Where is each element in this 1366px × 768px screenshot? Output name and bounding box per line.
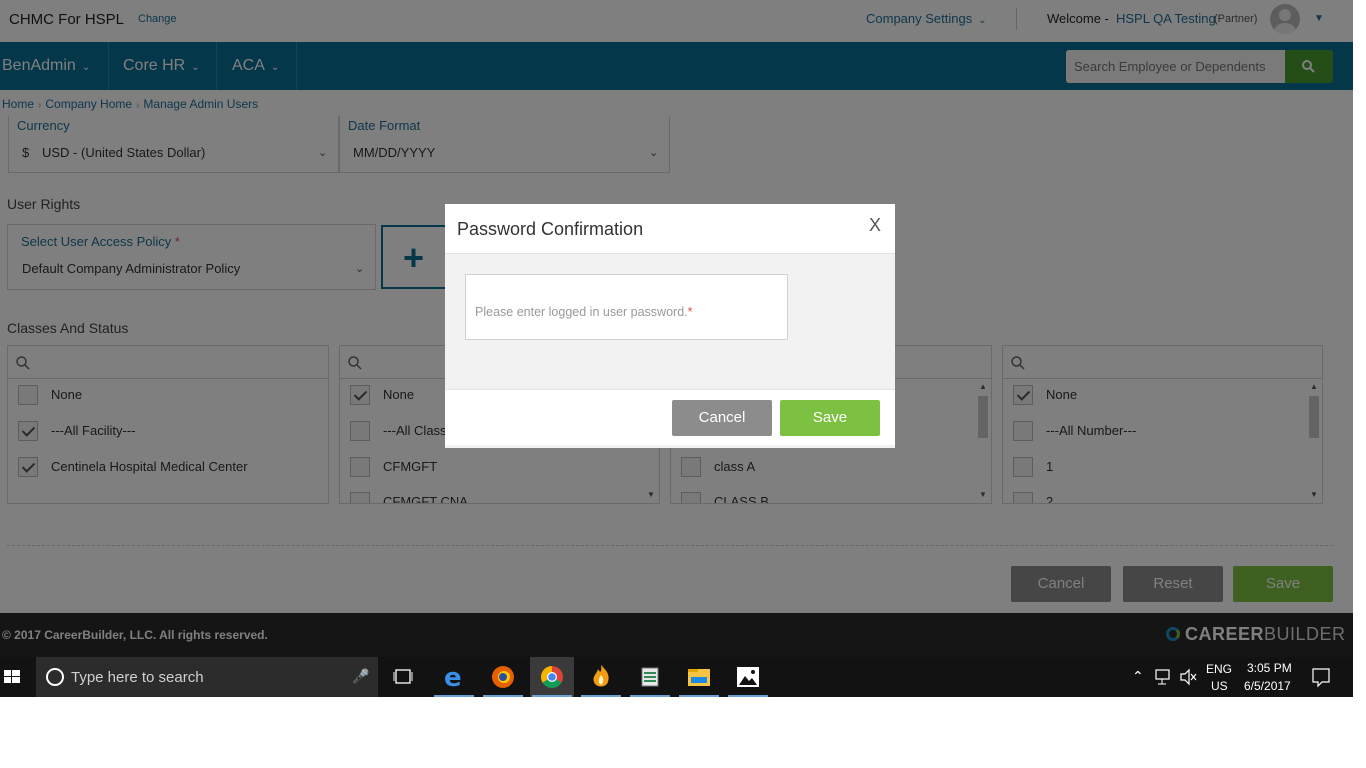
- flame-app-icon[interactable]: [579, 657, 623, 697]
- running-indicator: [581, 695, 621, 697]
- clock-date[interactable]: 6/5/2017: [1244, 679, 1291, 697]
- taskbar-search-text: Type here to search: [71, 669, 204, 686]
- cortana-icon: [46, 668, 64, 686]
- close-icon[interactable]: X: [869, 215, 881, 236]
- volume-muted-icon[interactable]: [1179, 657, 1199, 697]
- dialog-save-button[interactable]: Save: [780, 400, 880, 436]
- running-indicator: [483, 695, 523, 697]
- notification-icon[interactable]: [1311, 657, 1331, 697]
- dialog-cancel-button[interactable]: Cancel: [672, 400, 772, 436]
- password-placeholder-text: Please enter logged in user password.: [475, 305, 688, 319]
- running-indicator: [679, 695, 719, 697]
- running-indicator: [630, 695, 670, 697]
- dialog-footer: Cancel Save: [445, 389, 895, 445]
- dialog-title: Password Confirmation: [457, 219, 644, 239]
- language-top: ENG: [1206, 662, 1233, 676]
- windows-taskbar: Type here to search 🎤 e ⌃ ENG US 3:05 PM…: [0, 657, 1353, 697]
- windows-start-icon[interactable]: [0, 657, 34, 697]
- chrome-icon[interactable]: [530, 657, 574, 697]
- edge-icon[interactable]: e: [432, 657, 476, 697]
- language-region: US: [1211, 679, 1228, 693]
- chevron-up-icon[interactable]: ⌃: [1132, 668, 1144, 697]
- running-indicator: [434, 695, 474, 697]
- running-indicator: [728, 695, 768, 697]
- taskbar-search-input[interactable]: Type here to search 🎤: [36, 657, 378, 697]
- app-window: CHMC For HSPL Change Company Settings⌄ W…: [0, 0, 1353, 697]
- photos-icon[interactable]: [726, 657, 770, 697]
- task-view-icon[interactable]: [381, 657, 425, 697]
- microphone-icon[interactable]: 🎤: [352, 668, 369, 685]
- file-explorer-icon[interactable]: [677, 657, 721, 697]
- running-indicator: [532, 695, 572, 697]
- password-confirmation-dialog: Password Confirmation X Please enter log…: [445, 204, 895, 448]
- firefox-icon[interactable]: [481, 657, 525, 697]
- required-mark: *: [687, 305, 693, 319]
- network-icon[interactable]: [1154, 657, 1174, 697]
- svg-text:e: e: [444, 663, 462, 693]
- password-input[interactable]: Please enter logged in user password.*: [465, 274, 788, 340]
- dialog-header: Password Confirmation X: [445, 204, 895, 254]
- password-placeholder: Please enter logged in user password.*: [475, 305, 693, 319]
- spreadsheet-app-icon[interactable]: [628, 657, 672, 697]
